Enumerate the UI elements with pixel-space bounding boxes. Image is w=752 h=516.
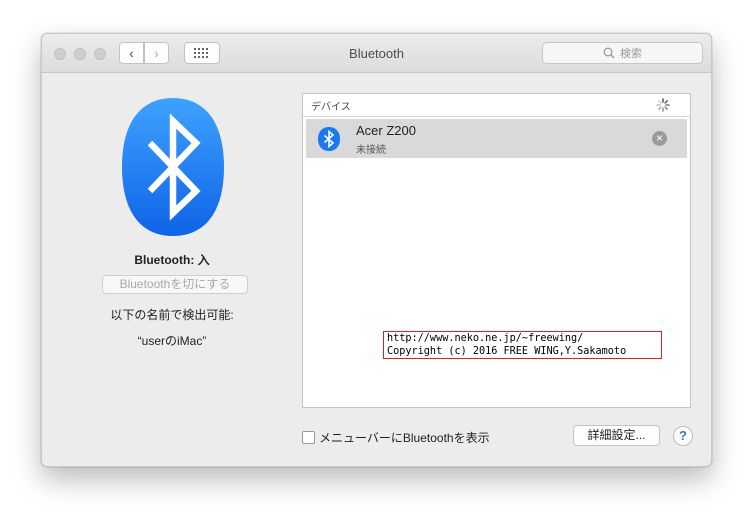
bluetooth-toggle-button[interactable]: Bluetoothを切にする	[102, 275, 248, 294]
title-bar: ‹ › Bluetooth 検索	[42, 34, 711, 73]
advanced-button[interactable]: 詳細設定...	[573, 425, 660, 446]
preferences-window: ‹ › Bluetooth 検索 Bluetooth: 入 Bluetoothを…	[41, 33, 712, 467]
watermark-copyright: Copyright (c) 2016 FREE WING,Y.Sakamoto	[387, 346, 627, 357]
watermark-url: http://www.neko.ne.jp/~freewing/	[387, 333, 584, 344]
device-name: Acer Z200	[356, 123, 416, 138]
bluetooth-device-icon	[318, 127, 340, 151]
device-list-title: デバイス	[311, 102, 351, 113]
search-field[interactable]: 検索	[542, 42, 703, 64]
device-list: デバイス Acer Z200 未接続 ×	[302, 93, 691, 408]
show-in-menubar-checkbox[interactable]	[302, 431, 315, 444]
device-list-header: デバイス	[303, 94, 690, 117]
device-row-acer-z200[interactable]: Acer Z200 未接続 ×	[306, 119, 687, 158]
show-in-menubar-option[interactable]: メニューバーにBluetoothを表示	[302, 429, 490, 446]
help-button[interactable]: ?	[673, 426, 693, 446]
remove-device-icon[interactable]: ×	[652, 131, 667, 146]
bluetooth-status: Bluetooth: 入	[134, 253, 210, 267]
device-connection-status: 未接続	[356, 145, 386, 156]
spinner-icon	[656, 98, 670, 112]
search-icon	[603, 47, 615, 59]
search-placeholder: 検索	[620, 48, 642, 60]
computer-name: “userのiMac”	[137, 334, 207, 348]
copyright-watermark: http://www.neko.ne.jp/~freewing/ Copyrig…	[383, 331, 662, 359]
discoverable-label: 以下の名前で検出可能:	[110, 308, 234, 322]
bluetooth-logo-icon	[122, 98, 224, 236]
show-in-menubar-label: メニューバーにBluetoothを表示	[319, 431, 490, 445]
